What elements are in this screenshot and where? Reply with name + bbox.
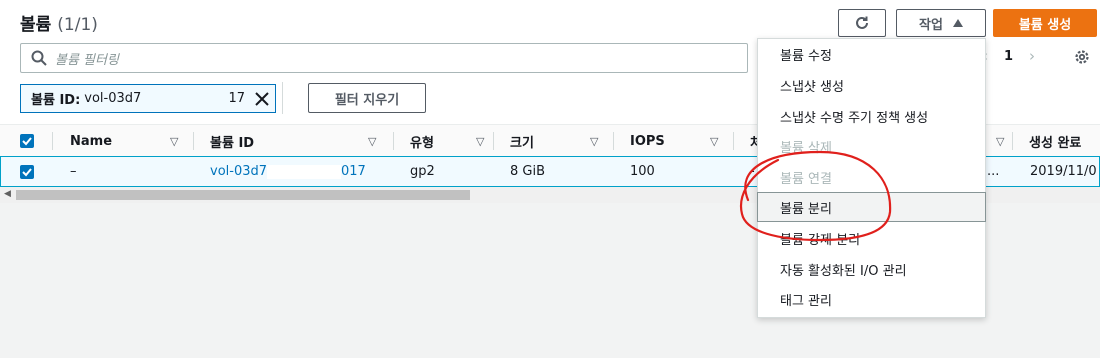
checkbox-checked [20,134,34,148]
pagination: ‹ 1 › [982,47,1035,65]
column-header-label: 생성 완료 [1029,135,1082,151]
column-header-label: Name [70,133,113,149]
scroll-left-icon[interactable]: ◀ [4,189,11,199]
cell-name: – [70,164,77,179]
create-volume-button[interactable]: 볼륨 생성 [993,9,1097,37]
column-header-name[interactable]: Name ▽ [70,125,185,157]
volume-id-prefix: vol-03d7 [210,164,268,179]
column-header-label: 크기 [510,135,534,151]
column-header-label: IOPS [630,133,665,149]
gear-icon[interactable] [1073,48,1091,66]
search-placeholder: 볼륨 필터링 [55,52,119,68]
search-input[interactable]: 볼륨 필터링 [20,43,748,73]
refresh-button[interactable] [838,9,886,37]
sort-icon: ▽ [590,134,599,148]
cell-type: gp2 [410,164,435,179]
actions-label: 작업 [919,17,943,33]
menu-item-delete-volume: 볼륨 삭제 [780,140,832,156]
column-divider [1012,132,1013,150]
checkbox-checked [20,164,34,179]
redaction [267,164,342,179]
filter-token-suffix: 17 [228,91,245,106]
column-divider [52,132,53,150]
column-header-iops[interactable]: IOPS ▽ [630,125,740,157]
search-icon [31,50,47,66]
column-header-size[interactable]: 크기 ▽ [510,125,620,157]
page-title-text: 볼륨 [20,15,52,35]
cell-throughput: - [750,164,755,179]
menu-item-detach-volume[interactable]: 볼륨 분리 [757,192,986,222]
sort-icon: ▽ [170,134,179,148]
cell-size: 8 GiB [510,164,546,179]
menu-item-manage-tags[interactable]: 태그 관리 [758,284,985,314]
caret-up-icon [952,19,963,27]
column-divider [393,132,394,150]
actions-dropdown-menu: 볼륨 수정 스냅샷 생성 스냅샷 수명 주기 정책 생성 볼륨 삭제 볼륨 연결… [757,38,986,318]
row-checkbox[interactable] [20,157,34,186]
filter-token-value: vol-03d7 [84,91,142,106]
filter-token: 볼륨 ID: vol-03d7 17 [20,84,276,113]
column-header-created[interactable]: 생성 완료 [1029,125,1081,157]
refresh-icon [856,16,868,29]
sort-icon: ▽ [368,134,377,148]
select-all-checkbox[interactable] [20,125,34,157]
menu-item-modify-volume[interactable]: 볼륨 수정 [758,39,985,69]
scrollbar-thumb[interactable] [16,190,470,200]
column-header-label: 볼륨 ID [210,135,255,151]
column-header-volume-id[interactable]: 볼륨 ID ▽ [210,125,385,157]
column-divider [733,132,734,150]
sort-icon: ▽ [710,134,719,148]
page-number[interactable]: 1 [1004,49,1013,64]
sort-icon: ▽ [476,134,485,148]
menu-item-create-snapshot[interactable]: 스냅샷 생성 [758,70,985,100]
cell-created: 2019/11/0 [1030,164,1097,179]
actions-button[interactable]: 작업 [896,9,986,37]
selection-count: (1/1) [57,15,98,35]
menu-item-create-lifecycle-policy[interactable]: 스냅샷 수명 주기 정책 생성 [758,101,985,131]
divider [282,82,283,114]
cell-iops: 100 [630,164,655,179]
column-divider [493,132,494,150]
menu-item-manage-auto-enabled-io[interactable]: 자동 활성화된 I/O 관리 [758,254,985,284]
cell-truncated: ... [987,164,1000,179]
clear-filters-button[interactable]: 필터 지우기 [308,83,426,113]
sort-icon: ▽ [996,134,1005,148]
chevron-right-icon[interactable]: › [1029,47,1035,65]
close-icon[interactable] [255,91,269,106]
column-divider [193,132,194,150]
filter-token-label: 볼륨 ID: [31,93,81,108]
volume-id-link[interactable]: vol-03d7 017 [210,157,366,186]
menu-item-force-detach-volume[interactable]: 볼륨 강제 분리 [758,223,985,253]
column-header-type[interactable]: 유형 ▽ [410,125,500,157]
page-title: 볼륨 (1/1) [20,10,98,35]
column-header-label: 유형 [410,135,434,151]
menu-item-attach-volume: 볼륨 연결 [780,171,832,187]
volume-id-suffix: 017 [341,164,366,179]
column-divider [613,132,614,150]
